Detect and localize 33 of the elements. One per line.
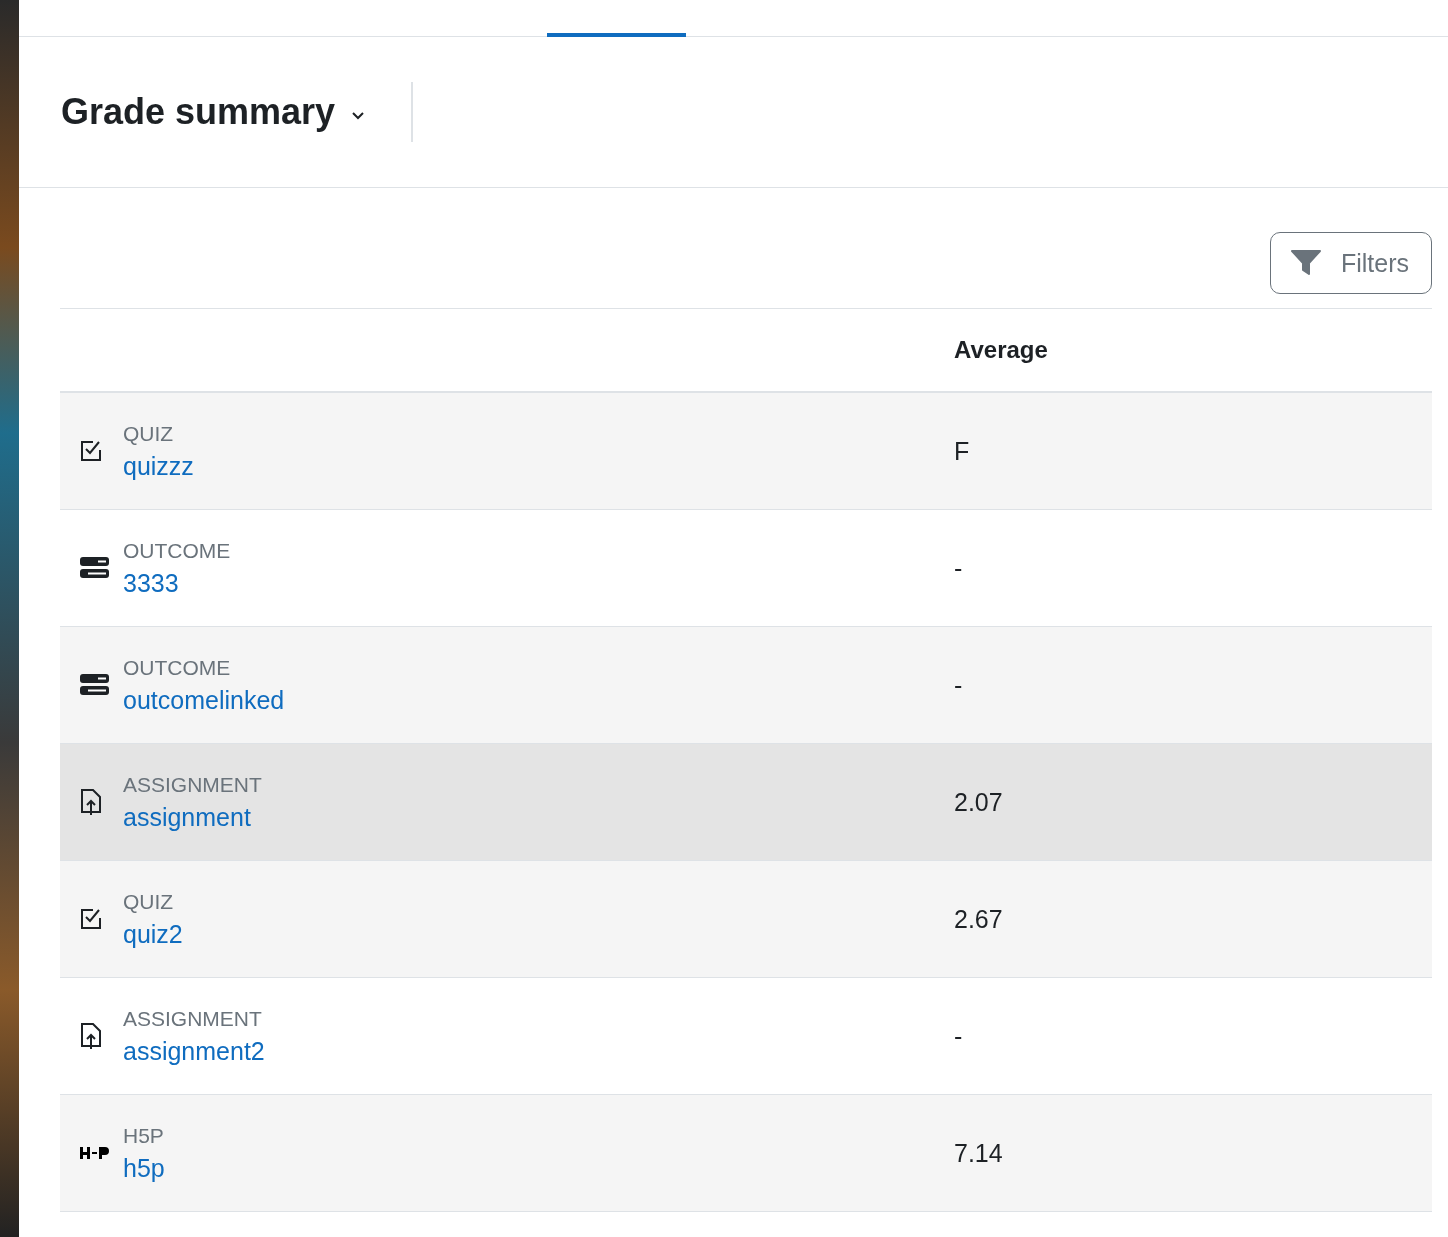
column-header: Average: [954, 336, 1048, 364]
table-cell: F: [954, 436, 970, 466]
h5p-logo-icon: [80, 1146, 109, 1160]
checkbox-icon: [80, 440, 102, 462]
file-upload-icon: [80, 788, 102, 816]
item-link[interactable]: outcomelinked: [123, 683, 285, 717]
item-type-label: H5P: [123, 1123, 165, 1149]
filters-button[interactable]: Filters: [1269, 232, 1432, 294]
table-cell: -: [954, 553, 963, 583]
item-type-label: ASSIGNMENT: [123, 1006, 263, 1032]
item-link[interactable]: quiz2: [123, 917, 183, 951]
table-cell: 2.67: [954, 904, 1003, 934]
item-link[interactable]: assignment: [123, 800, 251, 834]
page-title-dropdown[interactable]: Grade summary: [61, 91, 366, 133]
item-link[interactable]: 3333: [123, 566, 179, 600]
filter-icon: [1290, 250, 1321, 276]
caret-icon: [351, 110, 366, 120]
item-type-label: QUIZ: [123, 421, 175, 447]
item-link[interactable]: assignment2: [123, 1034, 265, 1068]
item-type-label: QUIZ: [123, 889, 175, 915]
item-type-label: ASSIGNMENT: [123, 772, 262, 798]
table-cell: 2.07: [954, 787, 1003, 817]
table-cell: 7.14: [954, 1138, 1003, 1168]
item-link[interactable]: quizzz: [123, 449, 194, 483]
server-icon: [80, 674, 109, 696]
checkbox-icon: [80, 908, 102, 930]
table-cell: -: [954, 670, 963, 700]
table-cell: -: [954, 1021, 963, 1051]
item-link[interactable]: h5p: [123, 1151, 165, 1185]
item-type-label: OUTCOME: [123, 538, 231, 564]
server-icon: [80, 557, 109, 579]
item-type-label: OUTCOME: [123, 655, 232, 681]
file-upload-icon: [80, 1022, 102, 1050]
